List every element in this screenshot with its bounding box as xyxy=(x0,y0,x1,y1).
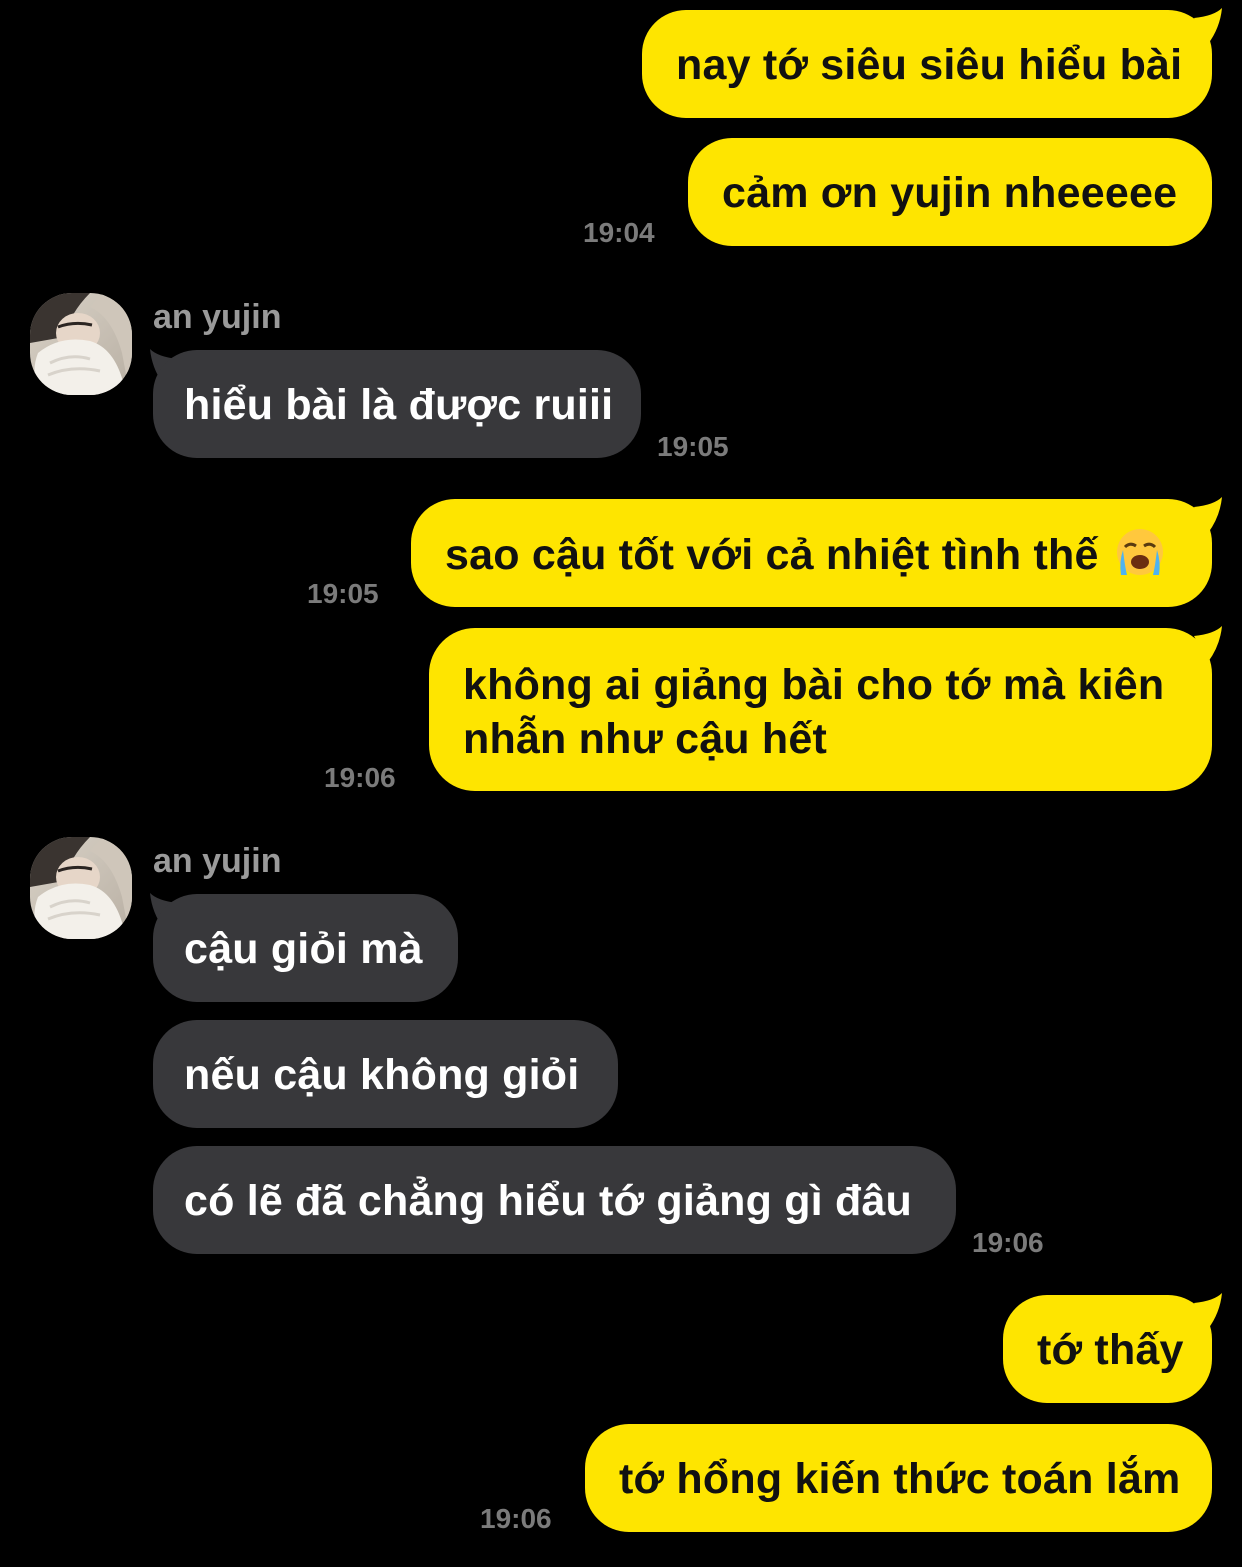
message-timestamp: 19:04 xyxy=(583,217,655,248)
message-text: sao cậu tốt với cả nhiệt tình thế xyxy=(445,531,1099,579)
message-text: nay tớ siêu siêu hiểu bài xyxy=(676,41,1183,89)
message-bubble-incoming[interactable]: cậu giỏi mà xyxy=(153,894,458,1002)
bubble-tail xyxy=(1194,1293,1222,1329)
message-bubble-outgoing[interactable]: nay tớ siêu siêu hiểu bài xyxy=(642,10,1212,118)
bubble-tail xyxy=(1194,8,1222,44)
avatar-photo xyxy=(30,293,132,395)
bubble-tail xyxy=(1194,626,1222,662)
message-text: nếu cậu không giỏi xyxy=(184,1051,580,1099)
message-text: tớ thấy xyxy=(1037,1326,1184,1374)
message-text-line: nhẫn như cậu hết xyxy=(463,715,828,763)
message-timestamp: 19:06 xyxy=(972,1227,1044,1258)
avatar-photo xyxy=(30,837,132,939)
bubble-tail xyxy=(1194,497,1222,533)
loudly-crying-face-icon xyxy=(1116,529,1163,575)
message-timestamp: 19:06 xyxy=(480,1503,552,1534)
message-bubble-outgoing[interactable]: không ai giảng bài cho tớ mà kiên nhẫn n… xyxy=(429,628,1212,791)
message-bubble-outgoing[interactable]: sao cậu tốt với cả nhiệt tình thế xyxy=(411,499,1212,607)
message-timestamp: 19:05 xyxy=(657,431,729,462)
sender-avatar[interactable] xyxy=(30,837,132,939)
message-timestamp: 19:06 xyxy=(324,762,396,793)
message-text: tớ hổng kiến thức toán lắm xyxy=(619,1455,1181,1503)
message-bubble-incoming[interactable]: có lẽ đã chẳng hiểu tớ giảng gì đâu xyxy=(153,1146,956,1254)
message-text: cảm ơn yujin nheeeee xyxy=(722,169,1178,217)
sender-name: an yujin xyxy=(153,842,282,880)
message-timestamp: 19:05 xyxy=(307,578,379,609)
sender-name: an yujin xyxy=(153,298,282,336)
message-bubble-outgoing[interactable]: tớ hổng kiến thức toán lắm xyxy=(585,1424,1212,1532)
message-text: cậu giỏi mà xyxy=(184,925,423,973)
message-text: có lẽ đã chẳng hiểu tớ giảng gì đâu xyxy=(184,1177,913,1225)
message-bubble-incoming[interactable]: nếu cậu không giỏi xyxy=(153,1020,618,1128)
message-bubble-outgoing[interactable]: tớ thấy xyxy=(1003,1295,1212,1403)
sender-avatar[interactable] xyxy=(30,293,132,395)
message-bubble-outgoing[interactable]: cảm ơn yujin nheeeee xyxy=(688,138,1212,246)
message-text-line: không ai giảng bài cho tớ mà kiên xyxy=(463,661,1165,709)
message-text: hiểu bài là được ruiii xyxy=(184,381,614,429)
message-bubble-incoming[interactable]: hiểu bài là được ruiii xyxy=(153,350,641,458)
